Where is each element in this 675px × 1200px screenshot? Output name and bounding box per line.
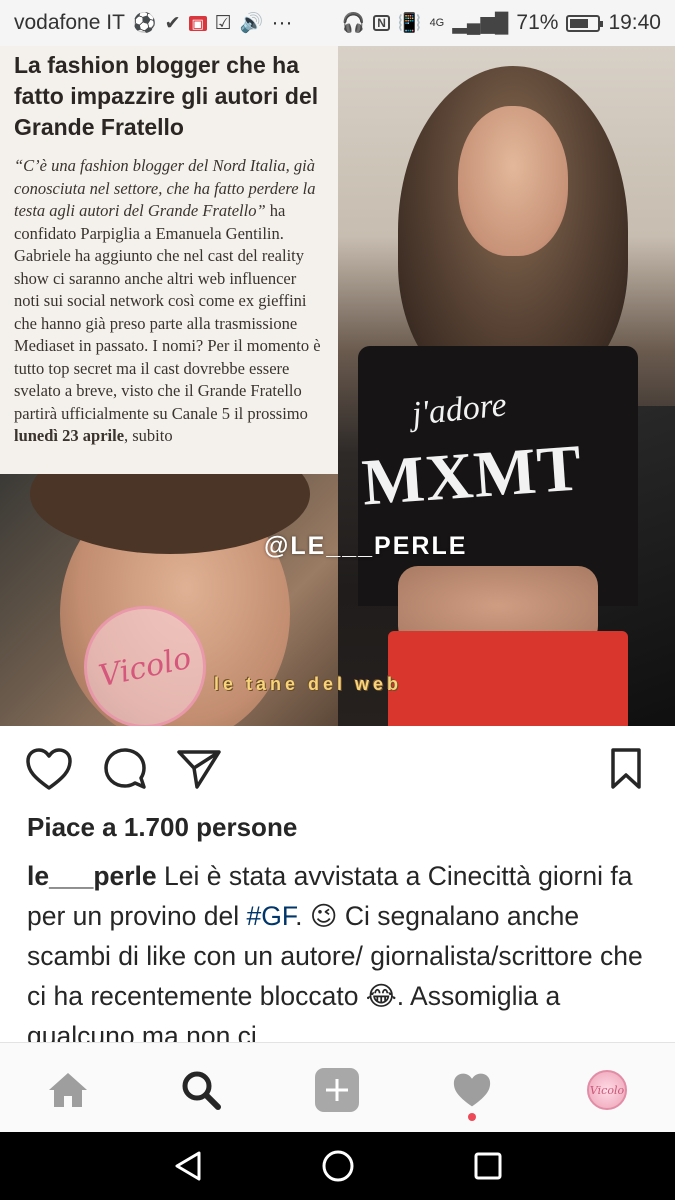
more-notifications: ··· <box>271 11 293 34</box>
article-text-1: ha confidato Parpiglia a Emanuela Gentil… <box>14 201 321 423</box>
home-icon[interactable] <box>43 1065 93 1115</box>
like-heart-icon[interactable] <box>24 744 74 794</box>
battery-icon <box>566 14 604 32</box>
caption-username[interactable]: le___perle <box>27 861 157 891</box>
article-title: La fashion blogger che ha fatto impazzir… <box>14 52 319 140</box>
post-caption: le___perle Lei è stata avvistata a Cinec… <box>27 856 657 1044</box>
vibrate-icon: 📳 <box>397 12 422 34</box>
comment-icon[interactable] <box>100 744 150 794</box>
clock: 19:40 <box>608 11 661 34</box>
back-icon[interactable] <box>168 1148 208 1184</box>
bookmark-icon[interactable] <box>601 744 651 794</box>
battery-percent: 71% <box>516 11 559 34</box>
sticker-text: le tane del web <box>214 674 403 694</box>
recents-square-icon[interactable] <box>468 1148 508 1184</box>
app-notification-icon: ▣ <box>188 15 207 31</box>
headphones-icon: 🎧 <box>341 12 366 34</box>
article-clipping: La fashion blogger che ha fatto impazzir… <box>0 46 338 474</box>
task-icon: ☑ <box>214 12 232 34</box>
signal-icon: ▂▄▆█ <box>452 12 509 34</box>
nfc-icon: N <box>373 15 390 31</box>
watermark: @LE___PERLE <box>264 532 468 560</box>
article-text-2: , subito <box>124 426 173 445</box>
caption-hashtag[interactable]: #GF <box>247 901 296 931</box>
status-bar: vodafone IT ⚽ ✔ ▣ ☑ 🔊 ··· 🎧 N 📳 4G ▂▄▆█ … <box>0 0 675 46</box>
post-image[interactable]: La fashion blogger che ha fatto impazzir… <box>0 46 675 726</box>
check-icon: ✔ <box>164 12 181 34</box>
activity-heart-icon[interactable] <box>447 1065 497 1115</box>
stamp-text: Vicolo <box>95 640 195 694</box>
likes-count[interactable]: Piace a 1.700 persone <box>27 812 297 843</box>
profile-avatar-image: Vicolo <box>587 1070 627 1110</box>
post-actions <box>0 726 675 810</box>
home-circle-icon[interactable] <box>318 1148 358 1184</box>
shirt-print-line-2: MXMT <box>359 431 585 520</box>
volume-icon: 🔊 <box>239 12 264 34</box>
share-direct-icon[interactable] <box>174 744 224 794</box>
network-type: 4G <box>429 17 445 29</box>
search-icon[interactable] <box>176 1065 226 1115</box>
new-post-icon[interactable] <box>312 1065 362 1115</box>
notification-dot <box>468 1113 476 1121</box>
photo-face <box>458 106 568 256</box>
android-nav-bar <box>0 1132 675 1200</box>
article-date: lunedì 23 aprile <box>14 426 125 445</box>
profile-avatar[interactable]: Vicolo <box>582 1065 632 1115</box>
article-body: “C’è una fashion blogger del Nord Italia… <box>14 155 324 448</box>
bottom-nav: Vicolo <box>0 1042 675 1132</box>
photo-right: j'adore MXMT <box>338 46 675 726</box>
photo-pants <box>388 631 628 726</box>
football-icon: ⚽ <box>132 12 157 34</box>
carrier-label: vodafone IT <box>14 11 125 34</box>
